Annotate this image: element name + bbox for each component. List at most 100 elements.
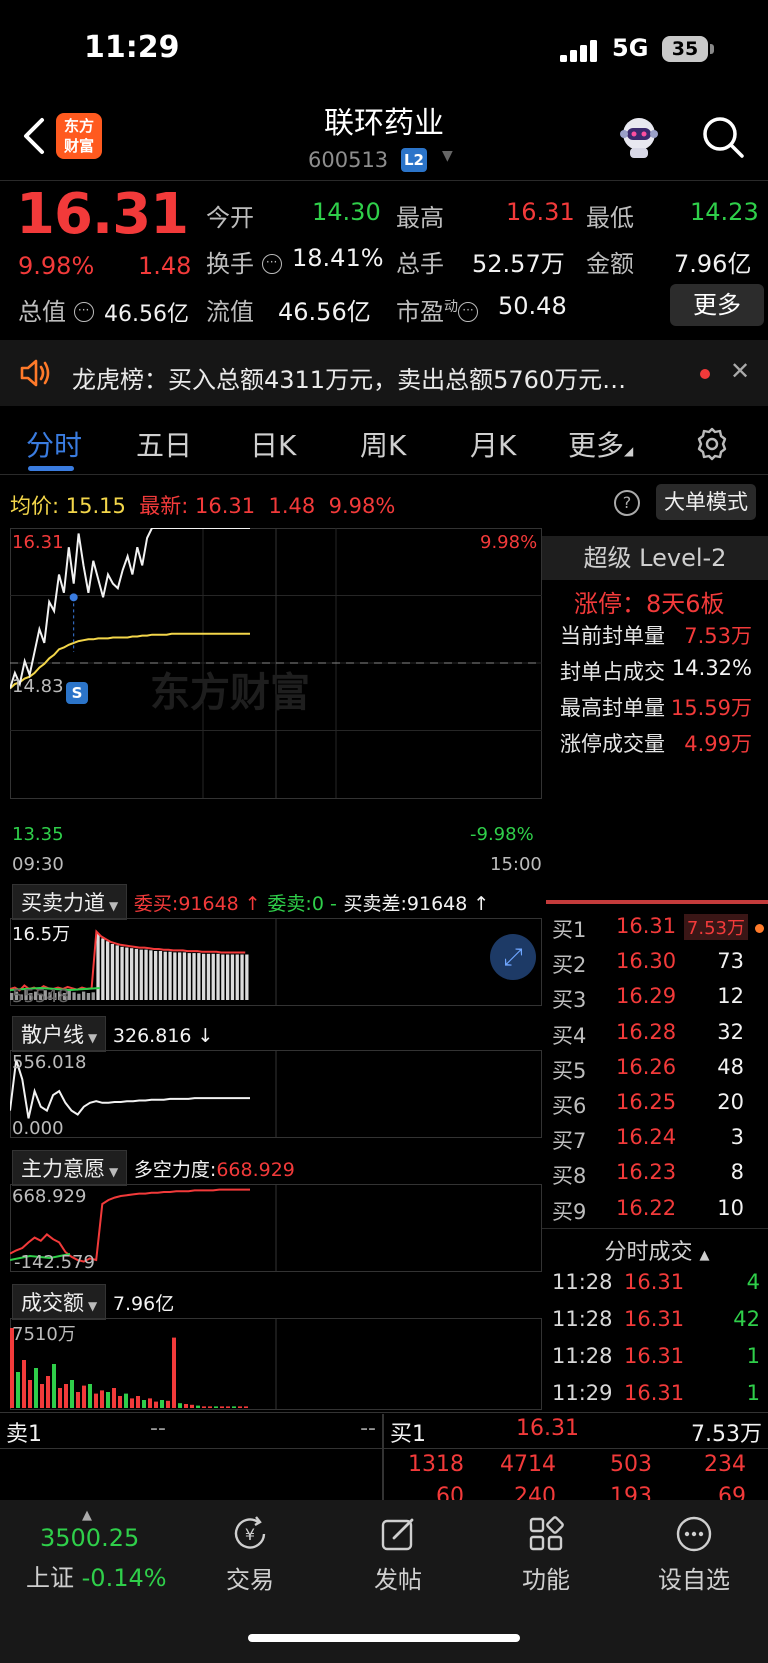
retail-header: 散户线 ▼ 326.816 ↓: [12, 1016, 213, 1052]
tab-weekly-k[interactable]: 周K: [360, 424, 406, 464]
unread-dot: [700, 369, 710, 379]
trade-volume: 1: [746, 1381, 760, 1405]
index-expand-caret-icon[interactable]: ▲: [82, 1508, 92, 1523]
amount-chart[interactable]: [10, 1318, 542, 1410]
info-icon[interactable]: ···: [261, 254, 282, 274]
turnover-label: 换手 ···: [206, 244, 282, 279]
trade-icon: ¥: [234, 1516, 266, 1549]
bid-row[interactable]: 买6 16.25 20: [550, 1090, 768, 1120]
sell1-row[interactable]: 卖1 -- --: [0, 1414, 382, 1448]
buy1-row[interactable]: 买1 16.31 7.53万: [384, 1414, 768, 1448]
bid-volume: 7.53万: [683, 914, 748, 940]
robot-assistant-icon[interactable]: [614, 112, 664, 162]
force-bar: [86, 993, 91, 1000]
bid-volume: 8: [730, 1160, 744, 1185]
bid-volume: 73: [717, 949, 744, 974]
y-mid-label: 14.83: [12, 676, 64, 697]
retail-selector[interactable]: 散户线 ▼: [12, 1016, 107, 1052]
info-icon[interactable]: ···: [73, 302, 94, 322]
open-label: 今开: [206, 204, 254, 232]
trade-price: 16.31: [624, 1381, 685, 1405]
bid-row[interactable]: 买1 16.31 7.53万: [550, 914, 768, 944]
index-value[interactable]: 3500.25: [40, 1524, 139, 1552]
queue-volume: 503: [610, 1452, 652, 1477]
trade-price: 16.31: [624, 1270, 685, 1294]
trade-volume: 42: [733, 1307, 760, 1331]
bid-row[interactable]: 买8 16.23 8: [550, 1160, 768, 1190]
notice-text[interactable]: 龙虎榜：买入总额4311万元，卖出总额5760万元…: [72, 360, 626, 395]
high-label: 最高: [396, 204, 444, 232]
main-selector[interactable]: 主力意愿 ▼: [12, 1150, 128, 1186]
help-icon[interactable]: ?: [614, 490, 640, 516]
bid1-dot: [755, 924, 764, 933]
force-chart[interactable]: [10, 918, 542, 1006]
more-button[interactable]: 更多: [670, 284, 764, 326]
amount-bar: [112, 1388, 116, 1408]
trades-header[interactable]: 分时成交 ▲: [546, 1234, 768, 1266]
stock-switch-caret-icon[interactable]: ▼: [442, 148, 453, 164]
amount-bar: [214, 1406, 218, 1408]
force-bar: [168, 951, 172, 1000]
amount-bar: [22, 1360, 26, 1408]
amount-bar: [76, 1392, 80, 1408]
tab-intraday[interactable]: 分时: [26, 424, 82, 464]
bid-volume: 10: [717, 1195, 744, 1220]
tab-daily-k[interactable]: 日K: [250, 424, 296, 464]
bid-price: 16.30: [616, 949, 677, 974]
force-bar: [134, 948, 139, 1000]
bid-row[interactable]: 买3 16.29 12: [550, 984, 768, 1014]
amount-bar: [184, 1404, 188, 1408]
tab-more[interactable]: 更多◢: [568, 424, 633, 464]
retail-min-label: 0.000: [12, 1118, 64, 1139]
amount-bar: [82, 1385, 86, 1408]
bid-row[interactable]: 买7 16.24 3: [550, 1125, 768, 1155]
bid-price: 16.26: [616, 1054, 677, 1079]
bid-row[interactable]: 买4 16.28 32: [550, 1020, 768, 1050]
amount-max-label: 7510万: [12, 1324, 76, 1345]
y-min-label: 13.35: [12, 824, 64, 845]
signal-marker[interactable]: S: [66, 682, 88, 704]
tab-monthly-k[interactable]: 月K: [470, 424, 516, 464]
pct-min-label: -9.98%: [470, 824, 534, 845]
big-order-mode-button[interactable]: 大单模式: [656, 484, 756, 520]
home-indicator: [248, 1634, 520, 1642]
force-bar: [158, 951, 163, 1000]
nav-post[interactable]: 发帖: [338, 1514, 458, 1595]
bid-label: 买3: [552, 988, 587, 1013]
grid-icon: [529, 1516, 564, 1551]
tab-five-day[interactable]: 五日: [136, 424, 192, 464]
bid-label: 买6: [552, 1094, 587, 1118]
bid-label: 买5: [552, 1058, 587, 1083]
amount-bar: [238, 1406, 242, 1408]
force-bar: [182, 952, 187, 1000]
amount-bar: [64, 1384, 68, 1408]
search-icon[interactable]: [700, 114, 746, 160]
amount-selector[interactable]: 成交额 ▼: [12, 1284, 107, 1320]
force-bar: [91, 992, 95, 1000]
level2-panel-title: 超级 Level-2: [542, 536, 768, 580]
nav-watchlist[interactable]: 设自选: [634, 1514, 754, 1595]
nav-trade[interactable]: ¥ 交易: [190, 1514, 310, 1595]
bid-row[interactable]: 买9 16.22 10: [550, 1196, 768, 1226]
amount-label: 金额: [586, 250, 634, 278]
gear-icon[interactable]: [694, 426, 730, 462]
force-selector[interactable]: 买卖力道 ▼: [12, 884, 128, 920]
amount-bar: [94, 1393, 98, 1408]
force-bar: [245, 954, 249, 1000]
close-icon[interactable]: ✕: [730, 357, 750, 385]
bid-row[interactable]: 买5 16.26 48: [550, 1055, 768, 1085]
bid-row[interactable]: 买2 16.30 73: [550, 949, 768, 979]
pe-value: 50.48: [498, 292, 567, 320]
amount-bar: [232, 1406, 236, 1408]
bid-price: 16.25: [616, 1090, 677, 1114]
retail-chart[interactable]: [10, 1050, 542, 1138]
info-icon[interactable]: ···: [458, 302, 478, 322]
index-name[interactable]: 上证 -0.14%: [26, 1558, 167, 1593]
bid-label: 买2: [552, 953, 587, 978]
nav-functions[interactable]: 功能: [486, 1514, 606, 1595]
expand-icon[interactable]: ⤢: [490, 934, 536, 980]
force-bar: [82, 991, 86, 1000]
trade-time: 11:28: [552, 1307, 613, 1331]
bid-volume: 12: [717, 984, 744, 1009]
bid-price: 16.23: [616, 1160, 677, 1185]
